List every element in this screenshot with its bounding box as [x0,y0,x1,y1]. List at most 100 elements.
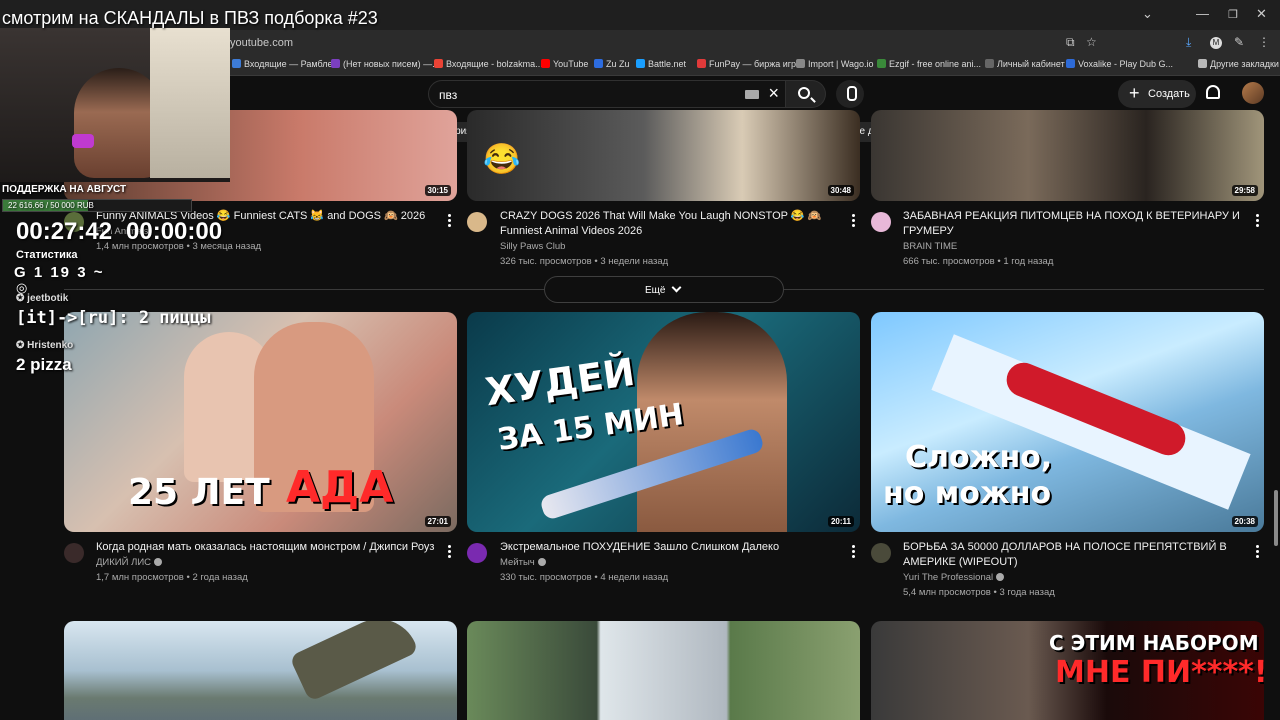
bookmark-label: Входящие — Рамбле... [244,59,340,69]
search-input[interactable]: пвз [439,88,457,102]
keyboard-icon[interactable] [745,90,759,99]
channel-name[interactable]: ДИКИЙ ЛИС [96,555,163,570]
download-icon[interactable]: ⤓ [1186,35,1191,50]
extensions-icon[interactable]: ✎ [1234,35,1244,49]
account-avatar[interactable] [1242,82,1264,104]
bookmark-favicon-icon [1198,59,1207,68]
bookmark-favicon-icon [594,59,603,68]
bookmark-item[interactable]: (Нет новых писем) —... [331,59,440,69]
video-thumbnail[interactable]: 😂 30:48 [467,110,860,201]
chat-message: 2 pizza [16,355,72,374]
video-thumbnail[interactable]: Сложно, но можно 20:38 [871,312,1264,532]
bookmark-item[interactable]: Import | Wago.io [796,59,874,69]
tab-list-chevron-icon[interactable]: ⌄ [1142,6,1153,22]
bookmark-label: Ezgif - free online ani... [889,59,982,69]
laughing-emoji-icon: 😂 [483,143,521,176]
bookmark-item[interactable]: Личный кабинет [985,59,1065,69]
support-goal-label: ПОДДЕРЖКА НА АВГУСТ [2,184,127,195]
notifications-bell-icon[interactable] [1206,85,1220,99]
bookmark-favicon-icon [434,59,443,68]
bookmark-favicon-icon [985,59,994,68]
bookmark-item[interactable]: Другие закладки [1198,59,1279,69]
bookmark-favicon-icon [697,59,706,68]
video-thumbnail[interactable]: 25 ЛЕТ АДА 27:01 [64,312,457,532]
bookmark-star-icon[interactable]: ☆ [1086,35,1097,49]
thumbnail-caption-accent: но можно [883,476,1052,511]
channel-name-text: Мейтыч [500,557,535,568]
bookmark-favicon-icon [877,59,886,68]
verified-icon [537,558,546,566]
create-button[interactable]: + Создать [1118,80,1196,108]
channel-avatar[interactable] [467,212,487,232]
video-menu-icon[interactable] [1256,545,1260,560]
video-title[interactable]: БОРЬБА ЗА 50000 ДОЛЛАРОВ НА ПОЛОСЕ ПРЕПЯ… [903,540,1243,570]
bookmark-favicon-icon [636,59,645,68]
bookmark-label: Zu Zu [606,59,630,69]
video-title[interactable]: CRAZY DOGS 2026 That Will Make You Laugh… [500,209,840,239]
bookmark-item[interactable]: Battle.net [636,59,686,69]
stream-timer-left: 00:27:42 [16,218,113,245]
video-thumbnail[interactable]: ХУДЕЙ ЗА 15 МИН 20:11 [467,312,860,532]
channel-avatar[interactable] [467,543,487,563]
support-progress-bar: 22 616.66 / 50 000 RUB [2,199,192,212]
channel-name[interactable]: Silly Paws Club [500,239,565,254]
thumbnail-caption: ХУДЕЙ [482,349,638,415]
url-field[interactable]: youtube.com [230,37,293,49]
voice-search-button[interactable] [836,80,864,108]
video-title[interactable]: Экстремальное ПОХУДЕНИЕ Зашло Слишком Да… [500,540,840,555]
video-thumbnail[interactable] [467,621,860,720]
channel-name[interactable]: Yuri The Professional [903,570,1005,585]
show-more-label: Ещё [645,285,666,296]
video-title[interactable]: Когда родная мать оказалась настоящим мо… [96,540,441,555]
video-thumbnail[interactable]: С ЭТИМ НАБОРОМ МНЕ ПИ****! [871,621,1264,720]
search-box[interactable]: пвз × [428,80,786,108]
video-menu-icon[interactable] [852,214,856,229]
channel-avatar[interactable] [871,543,891,563]
support-progress-text: 22 616.66 / 50 000 RUB [8,201,94,210]
video-menu-icon[interactable] [1256,214,1260,229]
bookmark-item[interactable]: Входящие — Рамбле... [232,59,340,69]
create-label: Создать [1148,88,1190,100]
video-meta: 1,7 млн просмотров • 2 года назад [96,572,248,583]
minimize-icon[interactable]: — [1196,6,1209,21]
page-scrollbar[interactable] [1274,490,1278,546]
bookmark-item[interactable]: Входящие - bolzakma... [434,59,543,69]
chat-username: ✪ jeetbotik [16,293,69,304]
bookmark-item[interactable]: Ezgif - free online ani... [877,59,981,69]
profile-icon[interactable]: M [1210,37,1222,49]
video-menu-icon[interactable] [852,545,856,560]
video-thumbnail[interactable] [64,621,457,720]
video-meta: 5,4 млн просмотров • 3 года назад [903,587,1055,598]
search-button[interactable] [786,80,826,108]
bookmark-item[interactable]: FunPay — биржа игр... [697,59,804,69]
duration-badge: 27:01 [424,516,451,527]
chat-username-text: jeetbotik [27,293,69,304]
maximize-icon[interactable]: ❐ [1228,8,1238,21]
video-menu-icon[interactable] [448,214,452,229]
bookmark-favicon-icon [796,59,805,68]
video-title[interactable]: ЗАБАВНАЯ РЕАКЦИЯ ПИТОМЦЕВ НА ПОХОД К ВЕТ… [903,209,1243,239]
chat-username-text: Hristenko [27,340,74,351]
bookmark-label: Входящие - bolzakma... [446,59,543,69]
bookmark-item[interactable]: Voxalike - Play Dub G... [1066,59,1173,69]
video-thumbnail[interactable]: 29:58 [871,110,1264,201]
bookmark-item[interactable]: YouTube [541,59,588,69]
bookmark-item[interactable]: Zu Zu [594,59,630,69]
channel-avatar[interactable] [64,543,84,563]
channel-name[interactable]: Мейтыч [500,555,546,570]
video-menu-icon[interactable] [448,545,452,560]
install-app-icon[interactable]: ⧉ [1066,35,1075,50]
bookmark-favicon-icon [541,59,550,68]
clear-search-icon[interactable]: × [768,83,779,104]
channel-name[interactable]: BRAIN TIME [903,239,957,254]
bookmark-favicon-icon [1066,59,1075,68]
bookmark-label: Другие закладки [1210,59,1279,69]
browser-menu-icon[interactable]: ⋮ [1258,35,1270,49]
chat-username: ✪ Hristenko [16,340,74,351]
duration-badge: 30:48 [827,185,854,196]
plus-icon: + [1129,83,1140,103]
channel-name-text: Yuri The Professional [903,572,994,583]
channel-avatar[interactable] [871,212,891,232]
close-window-icon[interactable]: ✕ [1256,6,1267,22]
show-more-button[interactable]: Ещё [544,276,784,303]
